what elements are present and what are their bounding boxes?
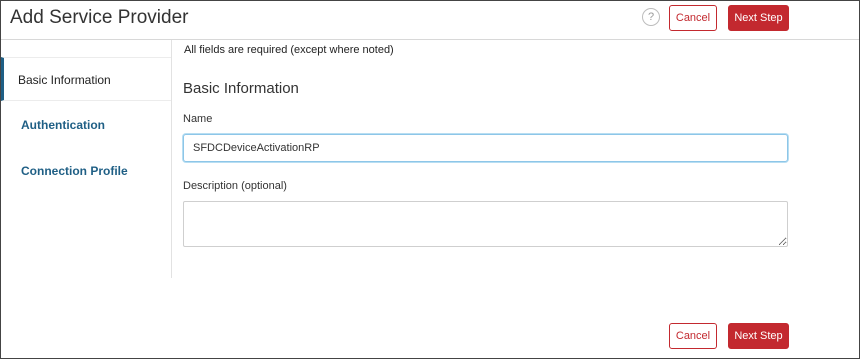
dialog: Add Service Provider ? Cancel Next Step … (0, 0, 860, 359)
footer-cancel-button[interactable]: Cancel (669, 323, 717, 349)
required-fields-note: All fields are required (except where no… (184, 44, 394, 56)
sidebar-item-connection-profile[interactable]: Connection Profile (1, 149, 171, 193)
description-textarea[interactable] (183, 201, 788, 247)
help-icon[interactable]: ? (642, 8, 660, 26)
sidebar-item-basic-information[interactable]: Basic Information (1, 57, 171, 101)
page-title: Add Service Provider (10, 7, 189, 28)
section-title: Basic Information (183, 80, 299, 97)
next-step-button[interactable]: Next Step (728, 5, 789, 31)
footer-next-step-button[interactable]: Next Step (728, 323, 789, 349)
step-sidebar: Basic Information Authentication Connect… (1, 40, 172, 278)
sidebar-item-authentication[interactable]: Authentication (1, 103, 171, 147)
description-label: Description (optional) (183, 180, 287, 192)
name-label: Name (183, 113, 213, 125)
dialog-header: Add Service Provider ? Cancel Next Step (1, 1, 859, 40)
cancel-button[interactable]: Cancel (669, 5, 717, 31)
name-input[interactable] (183, 134, 788, 162)
